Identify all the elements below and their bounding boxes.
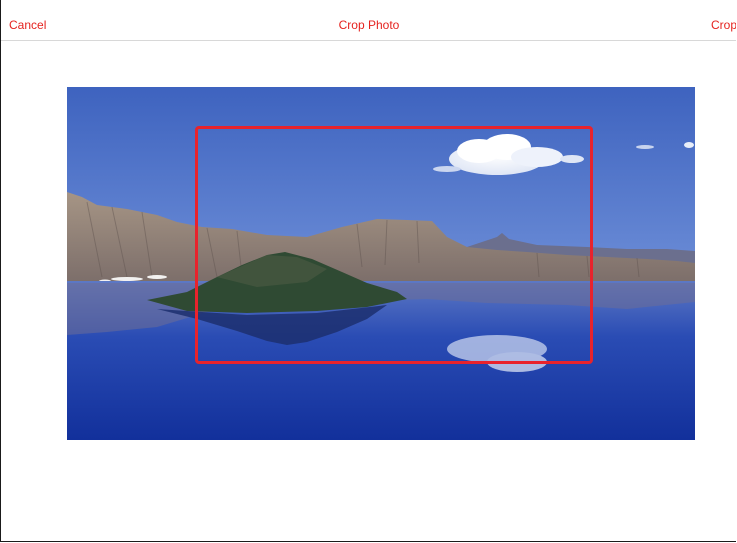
crop-selection-frame[interactable]	[195, 126, 593, 364]
crop-photo-screen: Cancel Crop Photo Crop	[0, 0, 736, 542]
page-title: Crop Photo	[338, 18, 400, 32]
crop-button[interactable]: Crop	[711, 17, 736, 33]
navigation-bar: Cancel Crop Photo Crop	[1, 0, 736, 41]
